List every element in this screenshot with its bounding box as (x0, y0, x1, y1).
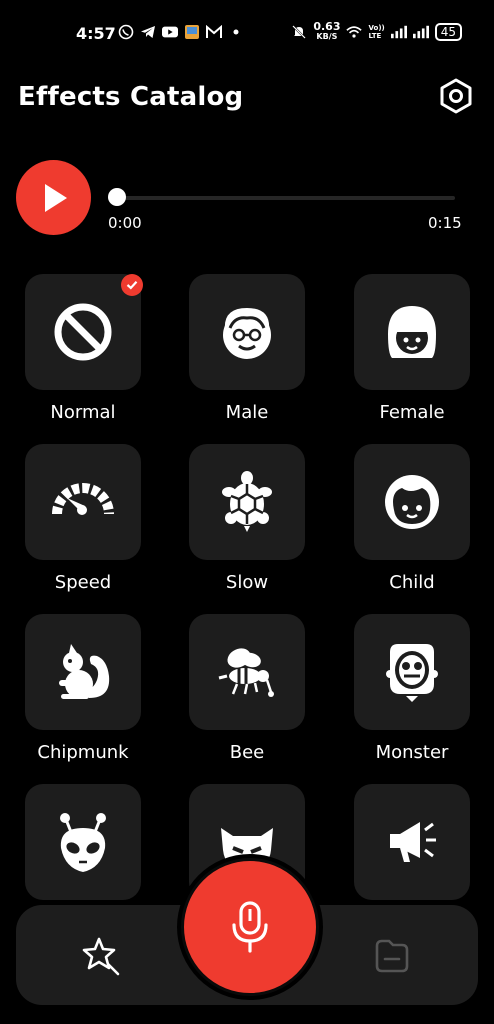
effect-female-tile[interactable] (354, 274, 470, 390)
status-system-icons: 0.63 KB/S Vo)) LTE 45 (291, 20, 462, 42)
effect-megaphone-tile[interactable] (354, 784, 470, 900)
effect-male-tile[interactable] (189, 274, 305, 390)
play-button[interactable] (16, 160, 91, 235)
effect-slow-tile[interactable] (189, 444, 305, 560)
effect-label-chipmunk: Chipmunk (37, 742, 129, 763)
folder-icon (375, 939, 409, 973)
effect-monster-tile[interactable] (354, 614, 470, 730)
speedometer-icon (52, 483, 114, 515)
battery-icon: 45 (434, 23, 462, 41)
effect-label-normal: Normal (50, 402, 116, 423)
signal-icon (390, 24, 407, 40)
page-title: Effects Catalog (18, 82, 244, 112)
effect-label-monster: Monster (375, 742, 449, 763)
youtube-icon (162, 24, 178, 40)
effect-label-slow: Slow (225, 572, 269, 593)
effect-label-bee: Bee (229, 742, 265, 763)
gmail-icon (206, 24, 222, 40)
turtle-icon (222, 471, 272, 532)
volte-indicator: Vo)) LTE (368, 24, 385, 40)
ban-icon (54, 303, 112, 361)
seek-thumb[interactable] (108, 188, 126, 206)
effect-label-male: Male (225, 402, 269, 423)
child-face-icon (385, 475, 439, 529)
whatsapp-icon (118, 24, 134, 40)
alien-icon (60, 813, 106, 872)
effect-bee-tile[interactable] (189, 614, 305, 730)
female-face-icon (388, 306, 436, 358)
nav-files-button[interactable] (372, 936, 412, 976)
effect-alien-tile[interactable] (25, 784, 141, 900)
current-time: 0:00 (108, 214, 142, 232)
monster-icon (386, 644, 438, 702)
mute-icon (291, 24, 307, 40)
seek-bar[interactable] (118, 196, 455, 200)
record-button[interactable] (181, 858, 319, 996)
status-time: 4:57 (76, 24, 116, 43)
status-bar: 4:57 0.63 KB/S Vo)) LTE 45 (0, 0, 494, 64)
effect-label-speed: Speed (54, 572, 112, 593)
hexagon-settings-icon (440, 78, 472, 114)
network-speed: 0.63 KB/S (313, 20, 341, 42)
effect-label-child: Child (389, 572, 435, 593)
gallery-icon (184, 24, 200, 40)
total-time: 0:15 (428, 214, 462, 232)
wifi-icon (346, 24, 363, 40)
network-speed-value: 0.63 (313, 20, 341, 33)
effect-child-tile[interactable] (354, 444, 470, 560)
effect-speed-tile[interactable] (25, 444, 141, 560)
effect-label-female: Female (379, 402, 445, 423)
telegram-icon (140, 24, 156, 40)
bee-icon (218, 648, 274, 697)
effect-chipmunk-tile[interactable] (25, 614, 141, 730)
megaphone-icon (390, 822, 436, 862)
selected-check-icon (121, 274, 143, 296)
microphone-icon (232, 901, 268, 953)
settings-button[interactable] (437, 77, 475, 115)
network-speed-unit: KB/S (316, 32, 338, 41)
male-face-icon (223, 308, 271, 359)
dot-icon (228, 24, 244, 40)
signal-icon-2 (412, 24, 429, 40)
nav-effects-button[interactable] (80, 935, 122, 977)
status-notification-icons (118, 24, 244, 40)
star-magic-icon (82, 937, 120, 976)
play-icon (44, 183, 67, 212)
squirrel-icon (59, 644, 110, 699)
